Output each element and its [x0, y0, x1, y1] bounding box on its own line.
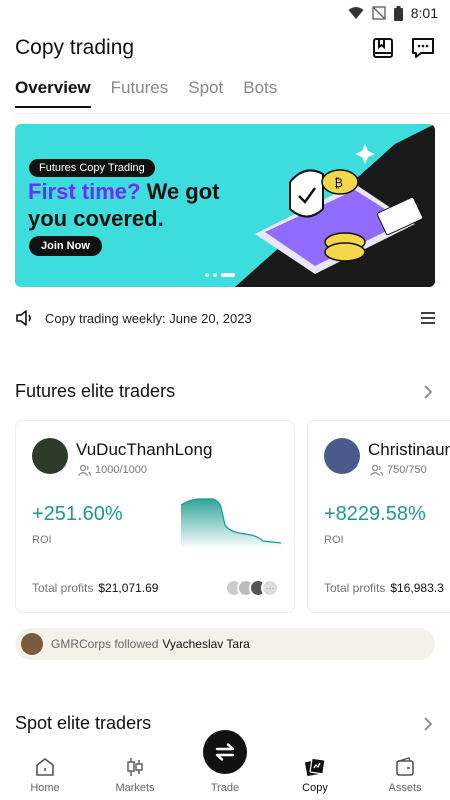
more-copiers-icon: ···	[261, 579, 279, 597]
trader-roi: +8229.58%	[324, 503, 426, 525]
trader-total-profits: Total profits $21,071.69	[32, 581, 158, 595]
messages-button[interactable]	[411, 36, 435, 60]
chevron-right-icon	[424, 717, 432, 731]
trader-roi: +251.60%	[32, 503, 123, 525]
wallet-icon	[396, 757, 414, 776]
trade-fab-button[interactable]	[203, 730, 247, 774]
nav-assets-label: Assets	[388, 782, 422, 794]
banner-dot	[213, 273, 217, 277]
trader-name: Christinaun	[368, 440, 450, 459]
trader-followers-count: 1000/1000	[95, 464, 147, 476]
no-signal-icon	[372, 6, 386, 20]
book-icon	[373, 38, 393, 58]
tab-spot[interactable]: Spot	[188, 78, 223, 108]
follow-target: Vyacheslav Tara	[162, 637, 250, 651]
home-icon	[36, 758, 54, 776]
wifi-icon	[348, 7, 364, 19]
svg-text:₿: ₿	[334, 176, 343, 190]
trader-avatar	[324, 438, 360, 474]
futures-traders-carousel[interactable]: VuDucThanhLong 1000/1000 +251.60% ROI To…	[15, 420, 450, 613]
tab-bots[interactable]: Bots	[243, 78, 277, 108]
trader-followers: 750/750	[370, 464, 427, 476]
nav-home[interactable]: Home	[0, 742, 90, 800]
banner-tag: Futures Copy Trading	[29, 159, 155, 177]
trader-total-profits: Total profits $16,983.3	[324, 581, 444, 595]
join-now-button[interactable]: Join Now	[29, 236, 102, 256]
total-profits-label: Total profits	[324, 581, 386, 595]
menu-list-icon[interactable]	[421, 312, 435, 324]
banner-dot	[205, 273, 209, 277]
chat-icon	[412, 38, 434, 58]
trader-avatar	[32, 438, 68, 474]
nav-markets-label: Markets	[115, 782, 155, 794]
spot-see-all-button[interactable]	[421, 717, 435, 731]
nav-trade-label: Trade	[210, 782, 240, 794]
speaker-icon	[16, 310, 31, 326]
nav-home-label: Home	[30, 782, 60, 794]
tab-overview[interactable]: Overview	[15, 78, 91, 108]
total-profits-value: $16,983.3	[390, 581, 444, 595]
banner-headline-line2: you covered.	[28, 206, 164, 231]
users-icon	[370, 464, 383, 476]
total-profits-label: Total profits	[32, 581, 94, 595]
trader-card[interactable]: VuDucThanhLong 1000/1000 +251.60% ROI To…	[15, 420, 295, 613]
trader-name: VuDucThanhLong	[76, 440, 213, 459]
roi-sparkline	[181, 498, 281, 549]
banner-headline-highlight: First time?	[28, 179, 141, 204]
trader-roi-label: ROI	[32, 534, 52, 546]
trader-card[interactable]: Christinaun 750/750 +8229.58% ROI Total …	[307, 420, 450, 613]
trader-followers: 1000/1000	[78, 464, 147, 476]
promo-banner[interactable]: ₿ Futures Copy Trading First time? We go…	[15, 124, 435, 287]
announcement-text: Copy trading weekly: June 20, 2023	[45, 310, 252, 326]
trader-followers-count: 750/750	[387, 464, 427, 476]
tab-futures[interactable]: Futures	[111, 78, 169, 108]
announcement-bar[interactable]: Copy trading weekly: June 20, 2023	[15, 306, 435, 330]
spot-section-title: Spot elite traders	[15, 713, 152, 733]
nav-markets[interactable]: Markets	[90, 742, 180, 800]
nav-copy[interactable]: Copy	[270, 742, 360, 800]
follow-activity-feed[interactable]: GMRCorps followed Vyacheslav Tara	[15, 628, 435, 660]
banner-headline: First time? We got	[28, 179, 220, 205]
trader-roi-label: ROI	[324, 534, 344, 546]
copier-avatars: ···	[225, 579, 279, 597]
banner-dot-active	[221, 273, 235, 277]
tab-divider	[15, 113, 450, 114]
banner-illustration: ₿	[235, 124, 435, 287]
follower-avatar	[21, 633, 43, 655]
candlestick-icon	[127, 758, 143, 776]
swap-icon	[215, 743, 235, 761]
futures-section-title: Futures elite traders	[15, 381, 176, 401]
total-profits-value: $21,071.69	[98, 581, 159, 595]
battery-icon	[393, 5, 403, 21]
chevron-right-icon	[424, 385, 432, 399]
banner-pagination	[205, 273, 235, 277]
page-title: Copy trading	[15, 36, 135, 59]
nav-assets[interactable]: Assets	[360, 742, 450, 800]
banner-headline-rest: We got	[140, 179, 220, 204]
users-icon	[78, 464, 91, 476]
status-time: 8:01	[410, 5, 438, 21]
nav-copy-label: Copy	[302, 782, 328, 794]
futures-see-all-button[interactable]	[421, 385, 435, 399]
guide-book-button[interactable]	[371, 36, 395, 60]
copy-cards-icon	[305, 757, 326, 776]
page-header: Copy trading	[0, 30, 450, 66]
status-bar: 8:01	[0, 0, 450, 26]
category-tabs: Overview Futures Spot Bots	[15, 78, 277, 108]
follow-actor: GMRCorps followed	[51, 637, 159, 651]
